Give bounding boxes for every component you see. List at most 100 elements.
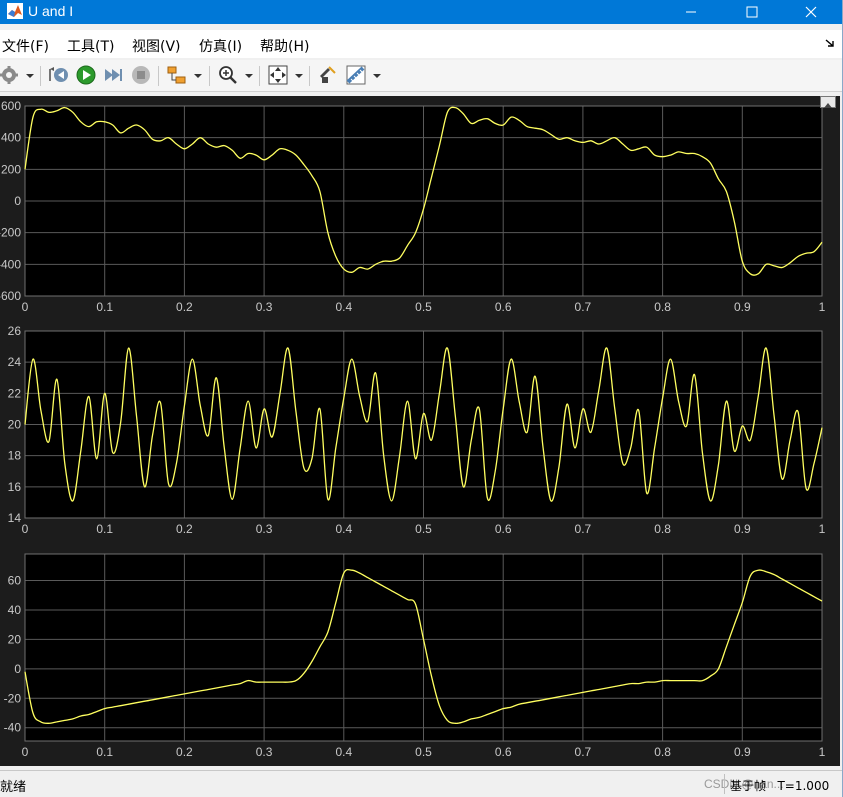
y-tick-label: -600 <box>0 289 21 303</box>
maximize-button[interactable] <box>729 0 775 24</box>
fit-to-view-icon[interactable] <box>267 64 289 86</box>
title-bar[interactable]: U and I <box>0 0 842 24</box>
minimize-button[interactable] <box>668 0 714 24</box>
scope-window: U and I 文件(F) 工具(T) 视图(V) 仿真(I) 帮助(H) 0 … <box>0 0 843 797</box>
stop-icon[interactable] <box>130 64 152 86</box>
x-tick-label: 0.8 <box>654 745 671 759</box>
y-tick-label: -200 <box>0 226 21 240</box>
x-tick-label: 0.2 <box>176 745 193 759</box>
dock-arrow-icon[interactable] <box>825 38 835 48</box>
chevron-down-icon[interactable] <box>295 73 303 79</box>
toolbar <box>0 60 842 92</box>
x-tick-label: 0.4 <box>335 300 352 314</box>
highlight-block-icon[interactable] <box>317 64 339 86</box>
x-tick-label: 0.5 <box>415 745 432 759</box>
x-tick-label: 1 <box>819 522 826 536</box>
step-forward-icon[interactable] <box>102 64 124 86</box>
y-tick-label: 14 <box>8 511 22 525</box>
x-tick-label: 0.9 <box>734 300 751 314</box>
maximize-icon <box>746 6 758 18</box>
y-tick-label: 26 <box>8 324 22 338</box>
y-tick-label: 600 <box>1 99 21 113</box>
signal-selector-icon[interactable] <box>166 64 188 86</box>
chevron-down-icon[interactable] <box>194 73 202 79</box>
x-tick-label: 0 <box>22 300 29 314</box>
sim-time-text: T=1.000 <box>777 779 830 793</box>
minimize-icon <box>686 11 696 13</box>
chevron-down-icon[interactable] <box>373 73 381 79</box>
x-tick-label: 0.6 <box>495 522 512 536</box>
x-tick-label: 0.9 <box>734 522 751 536</box>
chevron-down-icon[interactable] <box>26 73 34 79</box>
y-tick-label: -400 <box>0 257 21 271</box>
x-tick-label: 0.5 <box>415 300 432 314</box>
measurements-ruler-icon[interactable] <box>345 64 367 86</box>
undock-icon <box>824 103 832 108</box>
y-tick-label: -40 <box>4 721 22 735</box>
x-tick-label: 0.8 <box>654 522 671 536</box>
x-tick-label: 0.3 <box>256 300 273 314</box>
sample-mode-text: 基于帧 <box>730 779 767 793</box>
y-tick-label: 200 <box>1 162 21 176</box>
y-tick-label: 20 <box>8 632 22 646</box>
x-tick-label: 0.1 <box>96 745 113 759</box>
y-tick-label: 40 <box>8 603 22 617</box>
toolbar-separator <box>309 66 310 86</box>
zoom-in-icon[interactable] <box>217 64 239 86</box>
y-tick-label: 60 <box>8 574 22 588</box>
step-back-icon[interactable] <box>48 64 70 86</box>
status-separator <box>724 774 725 794</box>
menu-file[interactable]: 文件(F) <box>2 36 49 56</box>
y-tick-label: 18 <box>8 449 22 463</box>
menu-view[interactable]: 视图(V) <box>132 36 181 56</box>
x-tick-label: 0.2 <box>176 522 193 536</box>
chevron-down-icon[interactable] <box>245 73 253 79</box>
window-title: U and I <box>28 3 74 19</box>
status-ready-text: 就绪 <box>0 780 27 795</box>
x-tick-label: 0 <box>22 522 29 536</box>
x-tick-label: 0.1 <box>96 300 113 314</box>
settings-gear-icon[interactable] <box>0 64 22 86</box>
x-tick-label: 0.5 <box>415 522 432 536</box>
x-tick-label: 0.4 <box>335 522 352 536</box>
menu-help[interactable]: 帮助(H) <box>260 36 309 56</box>
x-tick-label: 0.2 <box>176 300 193 314</box>
y-tick-label: 0 <box>14 662 21 676</box>
scope-plot-area: 00.10.20.30.40.50.60.70.80.916004002000-… <box>0 96 840 766</box>
toolbar-separator <box>209 66 210 86</box>
x-tick-label: 0.3 <box>256 745 273 759</box>
y-tick-label: 24 <box>8 355 22 369</box>
y-tick-label: 22 <box>8 386 22 400</box>
x-tick-label: 0.3 <box>256 522 273 536</box>
y-tick-label: 16 <box>8 480 22 494</box>
toolbar-separator <box>40 66 41 86</box>
x-tick-label: 0.9 <box>734 745 751 759</box>
run-icon[interactable] <box>75 64 97 86</box>
x-tick-label: 1 <box>819 745 826 759</box>
x-tick-label: 0.6 <box>495 745 512 759</box>
status-bar: 就绪 CSDN @nan... 基于帧 T=1.000 <box>0 770 842 797</box>
undock-button[interactable] <box>820 96 836 108</box>
x-tick-label: 0.8 <box>654 300 671 314</box>
close-icon <box>805 6 817 18</box>
y-tick-label: 20 <box>8 418 22 432</box>
toolbar-separator <box>158 66 159 86</box>
menu-bar: 文件(F) 工具(T) 视图(V) 仿真(I) 帮助(H) <box>0 30 842 58</box>
x-tick-label: 0.6 <box>495 300 512 314</box>
y-tick-label: 400 <box>1 131 21 145</box>
x-tick-label: 0.4 <box>335 745 352 759</box>
status-sample-mode: 基于帧 T=1.000 <box>730 777 829 794</box>
x-tick-label: 0.7 <box>575 300 592 314</box>
y-tick-label: -20 <box>4 691 22 705</box>
x-tick-label: 0.7 <box>575 745 592 759</box>
toolbar-separator <box>259 66 260 86</box>
menu-simulation[interactable]: 仿真(I) <box>199 36 242 56</box>
scope-plots[interactable]: 00.10.20.30.40.50.60.70.80.916004002000-… <box>0 96 840 766</box>
matlab-logo-icon <box>7 3 23 19</box>
close-button[interactable] <box>788 0 834 24</box>
y-tick-label: 0 <box>14 194 21 208</box>
menu-tools[interactable]: 工具(T) <box>67 36 114 56</box>
x-tick-label: 0.7 <box>575 522 592 536</box>
x-tick-label: 1 <box>819 300 826 314</box>
x-tick-label: 0.1 <box>96 522 113 536</box>
